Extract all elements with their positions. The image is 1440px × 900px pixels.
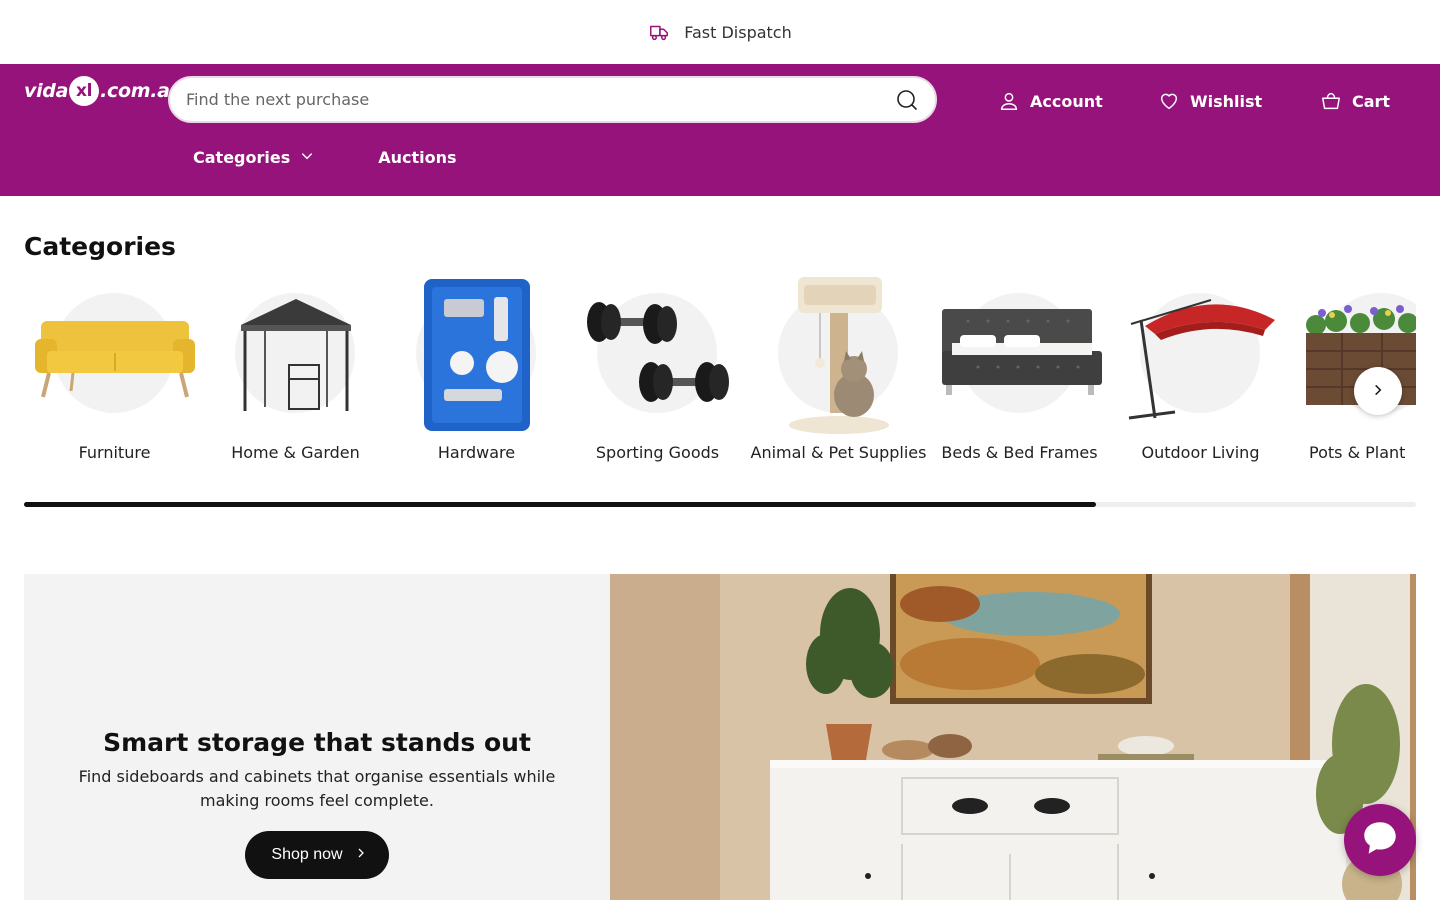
- categories-carousel: Furniture Home & Garden Hardware Sportin…: [24, 275, 1416, 505]
- promo-title: Smart storage that stands out: [103, 728, 531, 757]
- umbrella-image: [1110, 275, 1291, 435]
- chevron-down-icon: [300, 148, 314, 167]
- chevron-right-icon: [355, 846, 367, 865]
- site-header: vidaxl.com.au Account Wishlist Cart Cate…: [0, 64, 1440, 196]
- chat-button[interactable]: [1344, 804, 1416, 876]
- sub-navigation: Categories Auctions: [193, 148, 457, 167]
- category-card-furniture[interactable]: Furniture: [24, 275, 205, 465]
- promo-description: Find sideboards and cabinets that organi…: [78, 767, 556, 810]
- categories-heading: Categories: [24, 232, 176, 261]
- announcement-bar: Fast Dispatch: [0, 0, 1440, 64]
- delivery-truck-icon: [648, 21, 670, 43]
- search-input[interactable]: [186, 90, 895, 109]
- heart-icon: [1158, 90, 1180, 112]
- category-label: Outdoor Living: [1141, 443, 1260, 462]
- shop-now-button[interactable]: Shop now: [245, 831, 389, 879]
- category-card-home-garden[interactable]: Home & Garden: [205, 275, 386, 465]
- category-card-pots-plant[interactable]: Pots & Plant: [1291, 275, 1416, 465]
- auctions-link[interactable]: Auctions: [378, 148, 456, 167]
- categories-section: Categories Furniture Home & Garden Hardw…: [0, 196, 1440, 505]
- account-label: Account: [1030, 91, 1103, 111]
- cart-link[interactable]: Cart: [1320, 90, 1390, 112]
- spray-gun-kit-image: [386, 275, 567, 435]
- sideboard-room-image[interactable]: [610, 574, 1416, 900]
- category-card-sporting-goods[interactable]: Sporting Goods: [567, 275, 748, 465]
- carousel-scrollbar[interactable]: [24, 502, 1416, 507]
- bed-image: [929, 275, 1110, 435]
- gazebo-image: [205, 275, 386, 435]
- category-label: Furniture: [78, 443, 151, 462]
- account-link[interactable]: Account: [998, 90, 1103, 112]
- auctions-label: Auctions: [378, 148, 457, 167]
- wishlist-label: Wishlist: [1190, 91, 1263, 111]
- carousel-next-button[interactable]: [1354, 367, 1402, 415]
- basket-icon: [1320, 90, 1342, 112]
- wishlist-link[interactable]: Wishlist: [1158, 90, 1262, 112]
- chat-bubble-icon: [1359, 817, 1401, 863]
- shop-now-label: Shop now: [271, 846, 343, 863]
- category-label: Home & Garden: [231, 443, 360, 462]
- category-label: Pots & Plant: [1309, 443, 1406, 462]
- category-label: Sporting Goods: [595, 443, 720, 462]
- cart-label: Cart: [1352, 91, 1391, 111]
- category-label: Animal & Pet Supplies: [750, 443, 927, 462]
- category-label: Beds & Bed Frames: [941, 443, 1098, 462]
- announcement-text: Fast Dispatch: [684, 22, 792, 42]
- promo-content: Smart storage that stands out Find sideb…: [24, 574, 610, 900]
- scrollbar-thumb[interactable]: [24, 502, 1096, 507]
- category-card-beds[interactable]: Beds & Bed Frames: [929, 275, 1110, 465]
- sofa-image: [24, 275, 205, 435]
- categories-menu-label: Categories: [193, 148, 291, 167]
- user-icon: [998, 90, 1020, 112]
- search-icon[interactable]: [895, 88, 919, 112]
- categories-menu[interactable]: Categories: [193, 148, 314, 167]
- cat-tree-image: [748, 275, 929, 435]
- category-label: Hardware: [437, 443, 516, 462]
- planter-image: [1291, 275, 1416, 435]
- category-card-hardware[interactable]: Hardware: [386, 275, 567, 465]
- chevron-right-icon: [1371, 382, 1385, 401]
- category-card-animal-pet[interactable]: Animal & Pet Supplies: [748, 275, 929, 465]
- promo-banner: Smart storage that stands out Find sideb…: [24, 574, 1416, 900]
- dumbbells-image: [567, 275, 748, 435]
- category-card-outdoor-living[interactable]: Outdoor Living: [1110, 275, 1291, 465]
- site-logo[interactable]: vida xl .com.au: [24, 76, 183, 106]
- search-bar: [168, 76, 937, 123]
